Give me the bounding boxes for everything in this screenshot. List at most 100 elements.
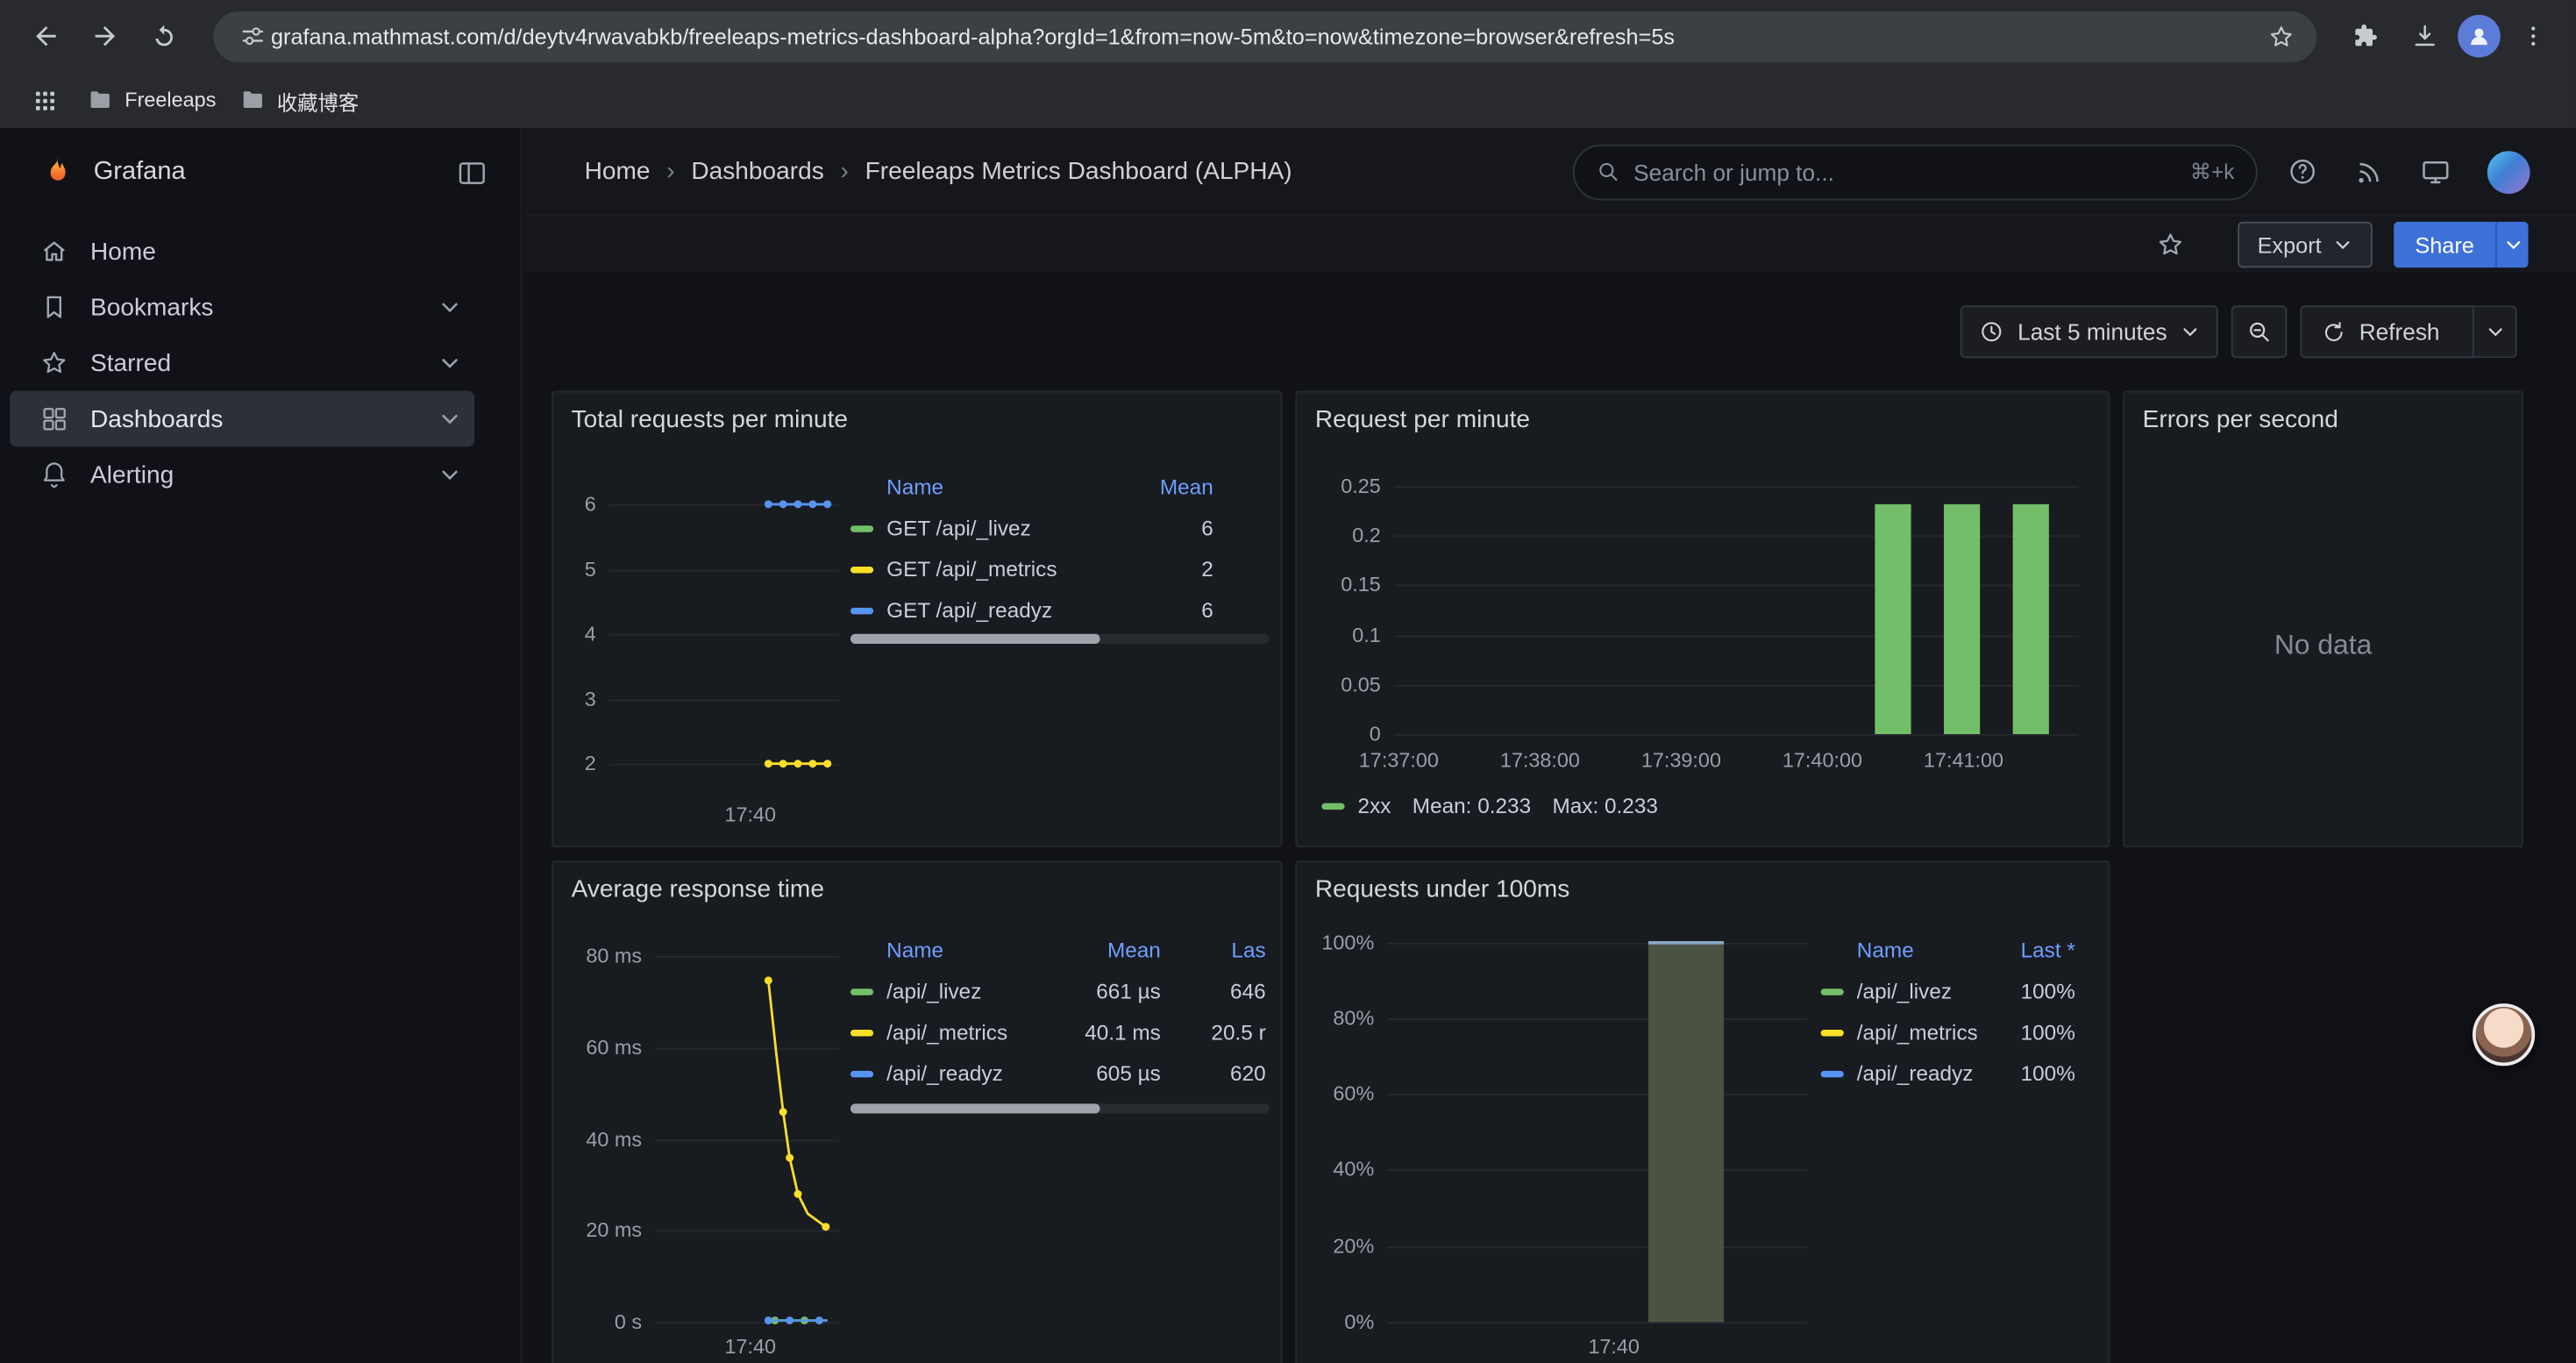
chevron-down-icon[interactable] bbox=[438, 463, 461, 486]
no-data-text: No data bbox=[2124, 629, 2522, 661]
breadcrumb: Home › Dashboards › Freeleaps Metrics Da… bbox=[585, 158, 1292, 186]
legend-header: Name Mean bbox=[850, 465, 1269, 508]
legend-row[interactable]: GET /api/_livez 6 bbox=[850, 508, 1269, 549]
legend-series-name: GET /api/_livez bbox=[886, 516, 1114, 540]
time-controls: Last 5 minutes Refresh bbox=[1960, 305, 2517, 358]
legend-row[interactable]: GET /api/_readyz 6 bbox=[850, 589, 1269, 631]
legend-header-last[interactable]: Last * bbox=[1976, 937, 2074, 961]
legend-row[interactable]: /api/_livez 661 µs 646 bbox=[850, 971, 1269, 1012]
legend-series-name: /api/_readyz bbox=[886, 1061, 1059, 1086]
url-bar[interactable]: grafana.mathmast.com/d/deytv4rwavabkb/fr… bbox=[213, 11, 2316, 61]
apps-grid-icon[interactable] bbox=[25, 81, 64, 120]
legend-series-last: 100% bbox=[1976, 979, 2074, 1003]
sidebar-item-alerting[interactable]: Alerting bbox=[10, 446, 474, 503]
grafana-logo[interactable] bbox=[39, 154, 75, 190]
refresh-icon bbox=[2322, 319, 2346, 344]
share-split-button: Share bbox=[2394, 222, 2529, 268]
back-button[interactable] bbox=[19, 10, 72, 62]
series-color-dash[interactable] bbox=[1321, 803, 1344, 809]
browser-chrome: grafana.mathmast.com/d/deytv4rwavabkb/fr… bbox=[0, 0, 2576, 128]
share-dropdown-button[interactable] bbox=[2495, 222, 2528, 268]
bookmark-star-icon[interactable] bbox=[2260, 17, 2300, 56]
legend-row[interactable]: /api/_readyz 100% bbox=[1821, 1053, 2096, 1094]
chevron-down-icon bbox=[2333, 235, 2352, 254]
url-text[interactable]: grafana.mathmast.com/d/deytv4rwavabkb/fr… bbox=[271, 24, 2260, 48]
scrollbar-thumb[interactable] bbox=[850, 1103, 1100, 1113]
panel-title[interactable]: Errors per second bbox=[2143, 406, 2338, 434]
refresh-interval-dropdown[interactable] bbox=[2474, 305, 2517, 358]
sidebar-item-dashboards[interactable]: Dashboards bbox=[10, 391, 474, 447]
bookmark-folder-freeleaps[interactable]: Freeleaps bbox=[87, 87, 216, 113]
legend-row[interactable]: /api/_livez 100% bbox=[1821, 971, 2096, 1012]
series-color-dash[interactable] bbox=[850, 525, 873, 531]
browser-profile-avatar[interactable] bbox=[2458, 15, 2501, 58]
header-icons bbox=[2287, 150, 2530, 193]
legend-series-mean: 40.1 ms bbox=[1059, 1020, 1161, 1045]
legend-row[interactable]: /api/_metrics 100% bbox=[1821, 1011, 2096, 1053]
series-color-dash[interactable] bbox=[1821, 988, 1844, 994]
legend-header-mean[interactable]: Mean bbox=[1059, 937, 1161, 961]
screen: grafana.mathmast.com/d/deytv4rwavabkb/fr… bbox=[0, 0, 2576, 1363]
refresh-button[interactable]: Refresh bbox=[2300, 305, 2474, 358]
extensions-icon[interactable] bbox=[2339, 10, 2392, 62]
rss-icon[interactable] bbox=[2354, 157, 2384, 187]
chevron-down-icon[interactable] bbox=[438, 296, 461, 318]
chevron-down-icon[interactable] bbox=[438, 352, 461, 375]
legend-header-name[interactable]: Name bbox=[886, 937, 1059, 961]
scrollbar-thumb[interactable] bbox=[850, 634, 1100, 644]
sidebar-item-label: Starred bbox=[90, 349, 171, 377]
panel-errors-per-second: Errors per second No data bbox=[2123, 391, 2523, 848]
download-icon[interactable] bbox=[2399, 10, 2451, 62]
legend-series-last: 20.5 r bbox=[1161, 1020, 1266, 1045]
forward-button[interactable] bbox=[79, 10, 132, 62]
breadcrumb-dashboards[interactable]: Dashboards bbox=[691, 158, 823, 186]
dock-sidebar-icon[interactable] bbox=[457, 157, 488, 189]
bookmark-icon bbox=[39, 292, 69, 322]
panel-average-response-time: Average response time 80 ms 60 ms 40 ms … bbox=[551, 860, 1282, 1363]
legend-scrollbar[interactable] bbox=[850, 634, 1269, 644]
legend-row[interactable]: /api/_metrics 40.1 ms 20.5 r bbox=[850, 1011, 1269, 1053]
legend-header-last[interactable]: Las bbox=[1161, 937, 1266, 961]
search-input[interactable]: Search or jump to... ⌘+k bbox=[1573, 144, 2258, 200]
x-axis-tick: 17:40 bbox=[1573, 1333, 1655, 1359]
time-range-picker[interactable]: Last 5 minutes bbox=[1960, 305, 2218, 358]
legend-header-name[interactable]: Name bbox=[886, 474, 1114, 498]
series-color-dash[interactable] bbox=[850, 566, 873, 572]
breadcrumb-home[interactable]: Home bbox=[585, 158, 651, 186]
reload-button[interactable] bbox=[138, 10, 190, 62]
bookmark-folder-blogs[interactable]: 收藏博客 bbox=[239, 84, 359, 116]
legend-header-name[interactable]: Name bbox=[1857, 937, 1977, 961]
series-color-dash[interactable] bbox=[850, 607, 873, 613]
legend-row[interactable]: /api/_readyz 605 µs 620 bbox=[850, 1053, 1269, 1094]
legend-series-value: 6 bbox=[1114, 598, 1213, 623]
user-avatar[interactable] bbox=[2487, 150, 2530, 193]
browser-menu-kebab-icon[interactable] bbox=[2507, 10, 2559, 62]
series-color-dash[interactable] bbox=[850, 1070, 873, 1076]
legend-table: Name Mean Las /api/_livez 661 µs 646 /ap… bbox=[850, 928, 1269, 1094]
series-color-dash[interactable] bbox=[850, 988, 873, 994]
series-color-dash[interactable] bbox=[1821, 1029, 1844, 1035]
sidebar-item-starred[interactable]: Starred bbox=[10, 335, 474, 391]
legend-header-mean[interactable]: Mean bbox=[1114, 474, 1213, 498]
dashboards-grid-icon bbox=[39, 404, 69, 434]
series-color-dash[interactable] bbox=[850, 1029, 873, 1035]
legend-scrollbar[interactable] bbox=[850, 1103, 1269, 1113]
chevron-down-icon[interactable] bbox=[438, 407, 461, 430]
zoom-out-button[interactable] bbox=[2231, 305, 2288, 358]
viewport: grafana.mathmast.com/d/deytv4rwavabkb/fr… bbox=[0, 0, 2576, 1363]
sidebar-item-bookmarks[interactable]: Bookmarks bbox=[10, 279, 474, 335]
share-button[interactable]: Share bbox=[2394, 222, 2495, 268]
help-icon[interactable] bbox=[2287, 156, 2318, 188]
panel-request-per-minute: Request per minute 0.25 0.2 0.15 0.1 0.0… bbox=[1295, 391, 2110, 848]
favorite-star-icon[interactable] bbox=[2155, 230, 2185, 260]
legend-series-name[interactable]: 2xx bbox=[1358, 793, 1391, 817]
sidebar-item-home[interactable]: Home bbox=[10, 224, 474, 280]
legend-row[interactable]: GET /api/_metrics 2 bbox=[850, 548, 1269, 589]
sidebar-header: Grafana bbox=[0, 128, 521, 217]
series-color-dash[interactable] bbox=[1821, 1070, 1844, 1076]
floating-assistant-avatar[interactable] bbox=[2473, 1003, 2535, 1066]
site-settings-icon[interactable] bbox=[235, 18, 271, 54]
monitor-icon[interactable] bbox=[2420, 156, 2451, 188]
sidebar-nav: Home Bookmarks Starred bbox=[0, 224, 521, 503]
export-button[interactable]: Export bbox=[2238, 222, 2373, 268]
